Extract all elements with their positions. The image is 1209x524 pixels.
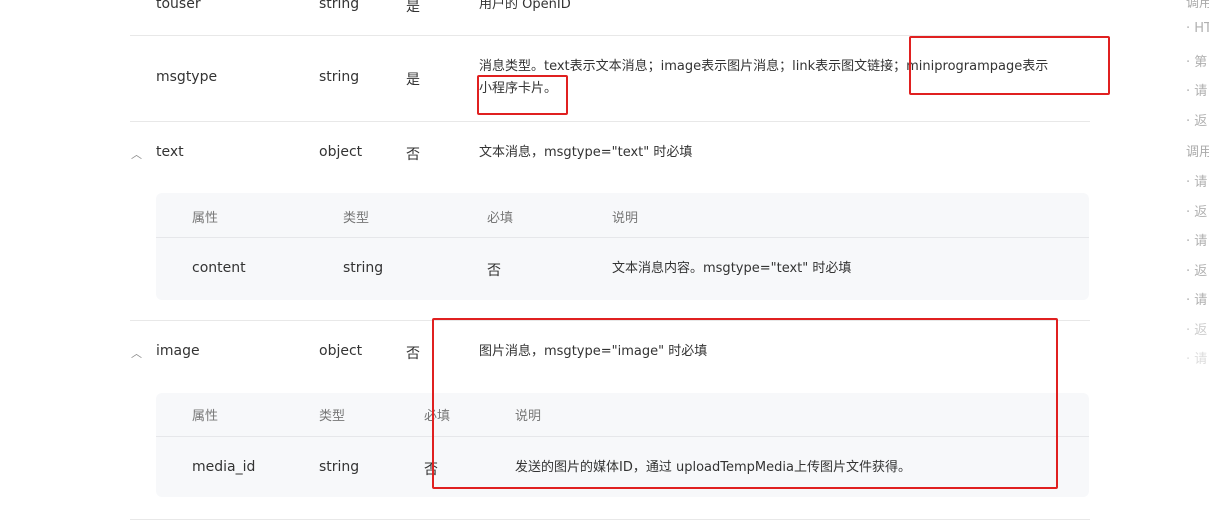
toc-item[interactable]: · 返: [1186, 260, 1207, 279]
chevron-up-icon[interactable]: ︿: [131, 345, 142, 361]
toc-item[interactable]: · HT: [1186, 21, 1209, 36]
param-type-msgtype: string: [319, 69, 360, 85]
subparam-name-media-id: media_id: [192, 459, 256, 475]
param-desc-msgtype-line2: 小程序卡片。: [479, 81, 558, 96]
toc-item[interactable]: · 返: [1186, 201, 1207, 220]
subtable-header-desc: 说明: [515, 409, 542, 424]
subtable-divider: [156, 237, 1089, 238]
row-divider: [130, 121, 1090, 122]
param-type-touser: string: [319, 0, 360, 12]
param-desc-touser: 用户的 OpenID: [479, 0, 571, 12]
toc-item[interactable]: · 请: [1186, 171, 1207, 190]
toc-item[interactable]: 调用: [1186, 0, 1209, 11]
subparam-desc-media-id: 发送的图片的媒体ID，通过 uploadTempMedia上传图片文件获得。: [515, 460, 911, 475]
subtable-divider: [156, 436, 1089, 437]
param-required-msgtype: 是: [406, 72, 420, 88]
subtable-header-attr: 属性: [192, 211, 219, 226]
toc-item[interactable]: · 返: [1186, 110, 1207, 129]
param-type-text: object: [319, 144, 363, 160]
param-name-image: image: [156, 343, 200, 359]
toc-item[interactable]: · 请: [1186, 289, 1207, 308]
row-divider: [130, 320, 1090, 321]
subtable-header-type: 类型: [319, 409, 346, 424]
subtable-image: 属性 类型 必填 说明 media_id string 否 发送的图片的媒体ID…: [156, 393, 1089, 497]
toc-item[interactable]: · 请: [1186, 348, 1207, 367]
subtable-header-required: 必填: [424, 409, 451, 424]
toc-item[interactable]: · 请: [1186, 230, 1207, 249]
subparam-required-media-id: 否: [424, 462, 438, 478]
subtable-text: 属性 类型 必填 说明 content string 否 文本消息内容。msgt…: [156, 193, 1089, 300]
subtable-header-desc: 说明: [612, 211, 639, 226]
toc-item[interactable]: · 第: [1186, 51, 1207, 70]
subparam-type-content: string: [343, 260, 384, 276]
subparam-desc-content: 文本消息内容。msgtype="text" 时必填: [612, 261, 852, 276]
param-desc-msgtype-line1: 消息类型。text表示文本消息；image表示图片消息；link表示图文链接；m…: [479, 59, 1049, 74]
param-required-image: 否: [406, 346, 420, 362]
subparam-name-content: content: [192, 260, 246, 276]
row-divider: [130, 519, 1090, 520]
param-required-text: 否: [406, 147, 420, 163]
subparam-required-content: 否: [487, 263, 501, 279]
param-name-text: text: [156, 144, 184, 160]
subtable-header-required: 必填: [487, 211, 514, 226]
param-desc-text: 文本消息，msgtype="text" 时必填: [479, 145, 693, 160]
toc-item[interactable]: · 返: [1186, 319, 1207, 338]
param-name-touser: touser: [156, 0, 201, 12]
row-divider: [130, 35, 1090, 36]
toc-item[interactable]: · 请: [1186, 80, 1207, 99]
chevron-up-icon[interactable]: ︿: [131, 146, 142, 162]
param-required-touser: 是: [406, 0, 420, 15]
subtable-header-type: 类型: [343, 211, 370, 226]
subtable-header-attr: 属性: [192, 409, 219, 424]
param-name-msgtype: msgtype: [156, 69, 218, 85]
subparam-type-media-id: string: [319, 459, 360, 475]
param-desc-image: 图片消息，msgtype="image" 时必填: [479, 344, 708, 359]
param-type-image: object: [319, 343, 363, 359]
toc-item[interactable]: 调用: [1186, 141, 1209, 160]
